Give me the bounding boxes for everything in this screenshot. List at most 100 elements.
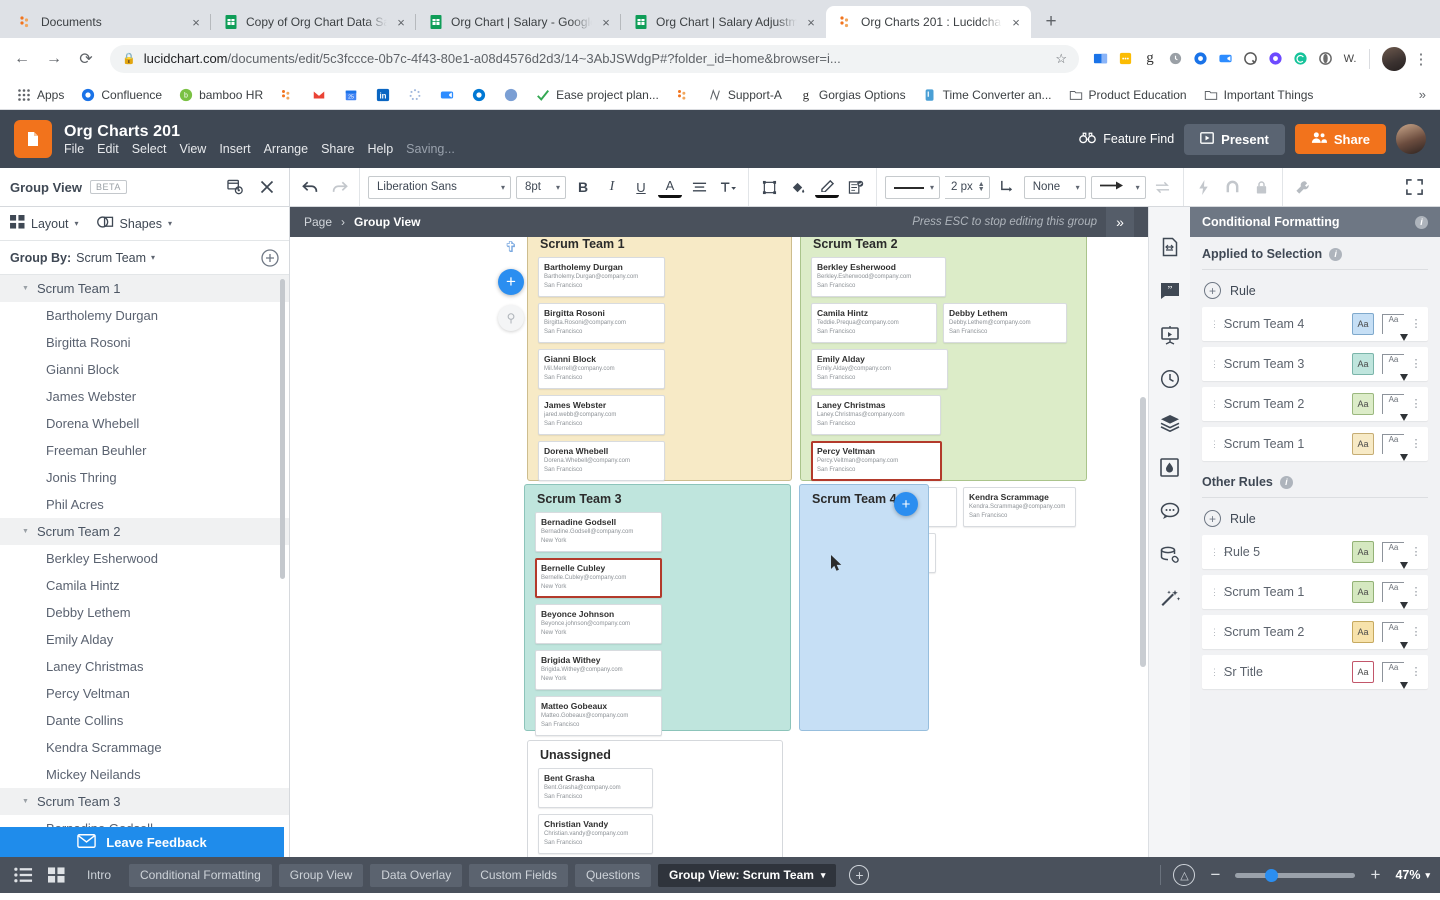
back-icon[interactable]: ← — [8, 45, 36, 73]
menu-edit[interactable]: Edit — [97, 142, 119, 156]
italic-button[interactable]: I — [600, 175, 624, 199]
text-color-button[interactable]: A — [658, 177, 682, 198]
breadcrumb-root[interactable]: Page — [304, 215, 332, 229]
quip-ext-icon[interactable] — [1239, 48, 1261, 70]
keep-ext-icon[interactable] — [1114, 48, 1136, 70]
rule-text-swatch[interactable]: Aa — [1382, 542, 1404, 562]
wrench-icon[interactable] — [1291, 175, 1315, 199]
underline-button[interactable]: U — [629, 175, 653, 199]
panel-scrollbar[interactable] — [280, 279, 285, 579]
note-check-icon[interactable] — [844, 175, 868, 199]
diagram-canvas[interactable]: + ⚲ ✞ Scrum Team 1 Bartholemy Durgan Bar… — [290, 237, 1148, 857]
person-card[interactable]: Dorena Whebell Dorena.Whebell@company.co… — [538, 441, 665, 481]
zoom-slider-thumb[interactable] — [1265, 869, 1278, 882]
group-card-scrum-team-3[interactable]: Scrum Team 3 Bernadine Godsell Bernadine… — [524, 484, 791, 731]
elbow-line-icon[interactable] — [995, 175, 1019, 199]
person-card-highlighted[interactable]: Percy Veltman Percy.Veltman@company.com … — [811, 441, 942, 481]
person-card[interactable]: Bartholemy Durgan Bartholemy.Durgan@comp… — [538, 257, 665, 297]
person-card[interactable]: Berkley Esherwood Berkley.Esherwood@comp… — [811, 257, 946, 297]
rule-row[interactable]: ⋮⋮ Scrum Team 2 Aa Aa ⋮ — [1202, 387, 1428, 421]
reload-icon[interactable]: ⟳ — [72, 45, 100, 73]
document-properties-icon[interactable] — [1158, 235, 1182, 259]
person-card[interactable]: Birgitta Rosoni Birgitta.Rosoni@company.… — [538, 303, 665, 343]
rule-text-swatch[interactable]: Aa — [1382, 662, 1404, 682]
drag-dots-icon[interactable]: ⋮⋮ — [1210, 630, 1218, 634]
person-card[interactable]: Christian Vandy Christian.vandy@company.… — [538, 814, 653, 854]
rule-row[interactable]: ⋮⋮ Scrum Team 3 Aa Aa ⋮ — [1202, 347, 1428, 381]
opera-ext-icon[interactable] — [1314, 48, 1336, 70]
info-icon[interactable]: i — [1329, 248, 1342, 261]
new-tab-button[interactable]: + — [1037, 8, 1065, 36]
group-settings-icon[interactable] — [223, 175, 247, 199]
group-header-scrum-team-1[interactable]: ▼ Scrum Team 1 — [0, 275, 289, 302]
add-rule-other-button[interactable]: + Rule — [1202, 506, 1428, 535]
magic-wand-icon[interactable] — [1158, 587, 1182, 611]
rule-color-swatch[interactable]: Aa — [1352, 433, 1374, 455]
bookmark-outlook[interactable] — [465, 84, 493, 106]
person-card[interactable]: Brigida Withey Brigida.Withey@company.co… — [535, 650, 662, 690]
canvas-scrollbar[interactable] — [1140, 397, 1146, 667]
close-icon[interactable]: × — [804, 15, 818, 30]
menu-arrange[interactable]: Arrange — [264, 142, 308, 156]
pen-icon[interactable] — [815, 177, 839, 198]
page-tab-questions[interactable]: Questions — [575, 864, 651, 887]
page-tab-group-view-scrum-team[interactable]: Group View: Scrum Team ▾ — [658, 864, 836, 887]
group-header-scrum-team-3[interactable]: ▼ Scrum Team 3 — [0, 788, 289, 815]
person-card[interactable]: Laney Christmas Laney.Christmas@company.… — [811, 395, 941, 435]
align-icon[interactable] — [687, 175, 711, 199]
grammarly2-ext-icon[interactable] — [1289, 48, 1311, 70]
menu-insert[interactable]: Insert — [219, 142, 250, 156]
line-width-stepper[interactable]: 2 px ▲▼ — [945, 176, 990, 199]
person-card[interactable]: James Webster jared.webb@company.com San… — [538, 395, 665, 435]
rule-color-swatch[interactable]: Aa — [1352, 661, 1374, 683]
arrow-end-select[interactable]: ▾ — [1091, 176, 1146, 199]
rule-text-swatch[interactable]: Aa — [1382, 394, 1404, 414]
grammarly-ext-icon[interactable]: g — [1139, 48, 1161, 70]
rule-row[interactable]: ⋮⋮ Scrum Team 1 Aa Aa ⋮ — [1202, 427, 1428, 461]
group-card-scrum-team-2[interactable]: Scrum Team 2 Berkley Esherwood Berkley.E… — [800, 237, 1087, 481]
bookmark-zoom[interactable] — [433, 84, 461, 106]
add-group-button[interactable] — [261, 249, 279, 267]
close-icon[interactable]: × — [394, 15, 408, 30]
rule-color-swatch[interactable]: Aa — [1352, 621, 1374, 643]
person-card[interactable]: Emily Alday Emily.Alday@company.com San … — [811, 349, 948, 389]
kebab-menu-icon[interactable]: ⋮ — [1410, 551, 1422, 554]
browser-tab[interactable]: Copy of Org Chart Data Sample × — [211, 6, 416, 38]
chevron-down-icon[interactable]: ▼ — [22, 798, 29, 805]
chevron-down-icon[interactable]: ▼ — [22, 528, 29, 535]
lucid-ext-icon[interactable] — [1189, 48, 1211, 70]
bookmark-support-a[interactable]: Support-A — [701, 84, 788, 106]
group-by-value[interactable]: Scrum Team — [76, 251, 146, 265]
bookmarks-overflow-icon[interactable]: » — [1415, 87, 1430, 102]
document-folder-icon[interactable] — [14, 120, 52, 158]
list-item[interactable]: Birgitta Rosoni — [0, 329, 289, 356]
drag-dots-icon[interactable]: ⋮⋮ — [1210, 550, 1218, 554]
rule-row[interactable]: ⋮⋮ Scrum Team 2 Aa Aa ⋮ — [1202, 615, 1428, 649]
line-style-select[interactable]: ▾ — [885, 176, 940, 199]
list-item[interactable]: James Webster — [0, 383, 289, 410]
info-icon[interactable]: i — [1415, 216, 1428, 229]
proton-ext-icon[interactable] — [1264, 48, 1286, 70]
zoom-slider[interactable] — [1235, 873, 1355, 878]
history-clock-icon[interactable] — [1158, 367, 1182, 391]
drag-dots-icon[interactable]: ⋮⋮ — [1210, 402, 1218, 406]
kebab-menu-icon[interactable]: ⋮ — [1410, 443, 1422, 446]
person-card[interactable]: Kendra Scrammage Kendra.Scrammage@compan… — [963, 487, 1076, 527]
kebab-menu-icon[interactable]: ⋮ — [1410, 403, 1422, 406]
close-icon[interactable]: × — [1009, 15, 1023, 30]
forward-icon[interactable]: → — [40, 45, 68, 73]
text-options-icon[interactable] — [716, 175, 740, 199]
drag-dots-icon[interactable]: ⋮⋮ — [1210, 590, 1218, 594]
add-rule-applied-button[interactable]: + Rule — [1202, 278, 1428, 307]
menu-help[interactable]: Help — [367, 142, 393, 156]
person-card[interactable]: Camila Hintz Teddie.Prequa@company.com S… — [811, 303, 937, 343]
menu-select[interactable]: Select — [132, 142, 167, 156]
fill-bucket-icon[interactable] — [786, 175, 810, 199]
page-tab-data-overlay[interactable]: Data Overlay — [370, 864, 462, 887]
comment-quote-icon[interactable]: ” — [1158, 279, 1182, 303]
rule-color-swatch[interactable]: Aa — [1352, 393, 1374, 415]
wikipedia-ext-icon[interactable]: W. — [1339, 48, 1361, 70]
person-card[interactable]: Matteo Gobeaux Matteo.Gobeaux@company.co… — [535, 696, 662, 736]
menu-view[interactable]: View — [179, 142, 206, 156]
browser-tab[interactable]: Org Chart | Salary Adjustment × — [621, 6, 826, 38]
